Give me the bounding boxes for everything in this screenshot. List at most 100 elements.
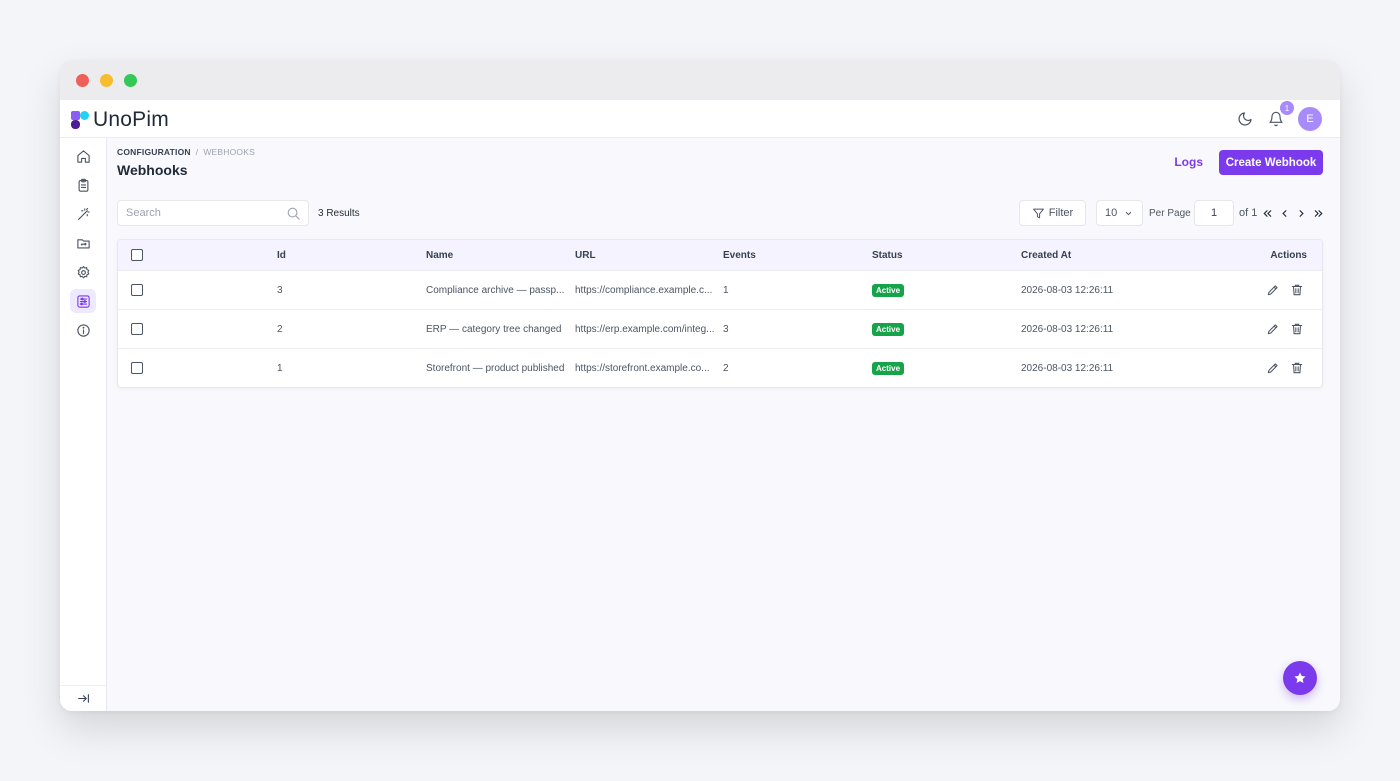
sidebar-item-data-transfer[interactable] xyxy=(70,202,96,226)
column-header-url[interactable]: URL xyxy=(575,240,717,270)
pencil-icon xyxy=(1267,285,1278,296)
magic-wand-icon xyxy=(77,207,90,220)
chevron-left-icon xyxy=(1282,209,1287,217)
sidebar-item-settings[interactable] xyxy=(70,260,96,284)
row-events: 1 xyxy=(723,284,729,296)
page-title: Webhooks xyxy=(117,162,188,178)
results-count: 3 Results xyxy=(318,208,360,219)
logo-mark-icon xyxy=(71,111,89,129)
sidebar-item-configuration[interactable] xyxy=(70,289,96,313)
search-input[interactable] xyxy=(118,201,278,225)
row-checkbox[interactable] xyxy=(131,362,143,374)
chevron-right-icon xyxy=(1299,209,1304,217)
create-webhook-button[interactable]: Create Webhook xyxy=(1219,150,1323,175)
window-titlebar xyxy=(60,60,1340,100)
row-events: 3 xyxy=(723,323,729,335)
row-id: 1 xyxy=(277,362,283,374)
search-icon[interactable] xyxy=(286,206,301,221)
column-header-name[interactable]: Name xyxy=(426,240,568,270)
per-page-value: 10 xyxy=(1105,207,1118,219)
chevron-down-icon xyxy=(1125,211,1132,216)
trash-icon xyxy=(1291,362,1303,374)
app-window: UnoPim 1 E CONFIGURATION / WEBHOOKS Webh… xyxy=(60,60,1340,711)
filter-label: Filter xyxy=(1048,207,1074,219)
per-page-select[interactable]: 10 xyxy=(1096,200,1143,226)
minimize-window-button[interactable] xyxy=(100,74,113,87)
per-page-label: Per Page xyxy=(1149,208,1191,219)
unopim-logo[interactable]: UnoPim xyxy=(70,108,169,132)
filter-button[interactable]: Filter xyxy=(1019,200,1086,226)
close-window-button[interactable] xyxy=(76,74,89,87)
sidebar xyxy=(60,138,107,711)
status-badge: Active xyxy=(872,322,905,336)
trash-icon xyxy=(1291,323,1303,335)
trash-icon xyxy=(1291,284,1303,296)
row-checkbox[interactable] xyxy=(131,323,143,335)
column-header-created-at[interactable]: Created At xyxy=(1021,240,1071,270)
info-icon xyxy=(76,323,90,337)
row-created-at: 2026-08-03 12:26:11 xyxy=(1021,323,1114,335)
row-events: 2 xyxy=(723,362,729,374)
breadcrumb-configuration[interactable]: CONFIGURATION xyxy=(117,147,191,157)
sidebar-item-help[interactable] xyxy=(70,318,96,342)
search-field xyxy=(117,200,309,226)
breadcrumb-separator: / xyxy=(195,147,199,157)
pagination xyxy=(1259,205,1327,221)
sidebar-item-dashboard[interactable] xyxy=(70,144,96,168)
sliders-icon xyxy=(76,294,90,308)
folder-sync-icon xyxy=(76,238,90,248)
column-header-events[interactable]: Events xyxy=(723,240,756,270)
maximize-window-button[interactable] xyxy=(124,74,137,87)
pencil-icon xyxy=(1267,324,1278,335)
logs-link[interactable]: Logs xyxy=(1174,155,1203,169)
clipboard-icon xyxy=(78,178,88,192)
edit-button[interactable] xyxy=(1263,319,1283,339)
row-created-at: 2026-08-03 12:26:11 xyxy=(1021,284,1114,296)
row-checkbox[interactable] xyxy=(131,284,143,296)
collapse-arrow-icon xyxy=(77,694,89,703)
column-header-actions: Actions xyxy=(1270,249,1307,261)
user-avatar[interactable]: E xyxy=(1298,107,1322,131)
chevrons-right-icon xyxy=(1314,209,1323,217)
logo-text: UnoPim xyxy=(93,108,169,131)
favorites-fab-button[interactable] xyxy=(1283,661,1317,695)
edit-button[interactable] xyxy=(1263,358,1283,378)
previous-page-button[interactable] xyxy=(1276,205,1293,221)
row-id: 3 xyxy=(277,284,283,296)
row-name: Compliance archive — passp... xyxy=(426,284,565,296)
edit-button[interactable] xyxy=(1263,280,1283,300)
select-all-checkbox[interactable] xyxy=(131,249,143,261)
delete-button[interactable] xyxy=(1287,280,1307,300)
row-id: 2 xyxy=(277,323,283,335)
row-url: https://storefront.example.co... xyxy=(575,362,710,374)
row-name: ERP — category tree changed xyxy=(426,323,562,335)
total-pages-label: of 1 xyxy=(1239,207,1258,219)
filter-icon xyxy=(1032,208,1044,218)
delete-button[interactable] xyxy=(1287,358,1307,378)
main-content: CONFIGURATION / WEBHOOKS Webhooks Logs Cre… xyxy=(107,138,1340,711)
sidebar-item-catalog[interactable] xyxy=(70,173,96,197)
home-icon xyxy=(76,149,90,163)
status-badge: Active xyxy=(872,361,905,375)
delete-button[interactable] xyxy=(1287,319,1307,339)
sidebar-item-exchange[interactable] xyxy=(70,231,96,255)
next-page-button[interactable] xyxy=(1293,205,1310,221)
webhooks-table: Id Name URL Events Status Created At Act… xyxy=(117,239,1323,388)
column-header-id[interactable]: Id xyxy=(277,240,286,270)
notifications-button[interactable]: 1 xyxy=(1264,101,1294,131)
table-row: 3 Compliance archive — passp... https://… xyxy=(118,271,1322,310)
column-header-status[interactable]: Status xyxy=(872,240,903,270)
last-page-button[interactable] xyxy=(1310,205,1327,221)
collapse-sidebar-button[interactable] xyxy=(60,685,106,711)
row-name: Storefront — product published xyxy=(426,362,565,374)
page-number-input[interactable]: 1 xyxy=(1194,200,1234,226)
row-created-at: 2026-08-03 12:26:11 xyxy=(1021,362,1114,374)
row-url: https://compliance.example.c... xyxy=(575,284,713,296)
pencil-icon xyxy=(1267,363,1278,374)
dark-mode-toggle[interactable] xyxy=(1233,107,1257,131)
table-row: 1 Storefront — product published https:/… xyxy=(118,349,1322,387)
table-header: Id Name URL Events Status Created At Act… xyxy=(118,240,1322,271)
moon-icon xyxy=(1238,112,1252,126)
notification-count-badge: 1 xyxy=(1280,101,1294,115)
first-page-button[interactable] xyxy=(1259,205,1276,221)
